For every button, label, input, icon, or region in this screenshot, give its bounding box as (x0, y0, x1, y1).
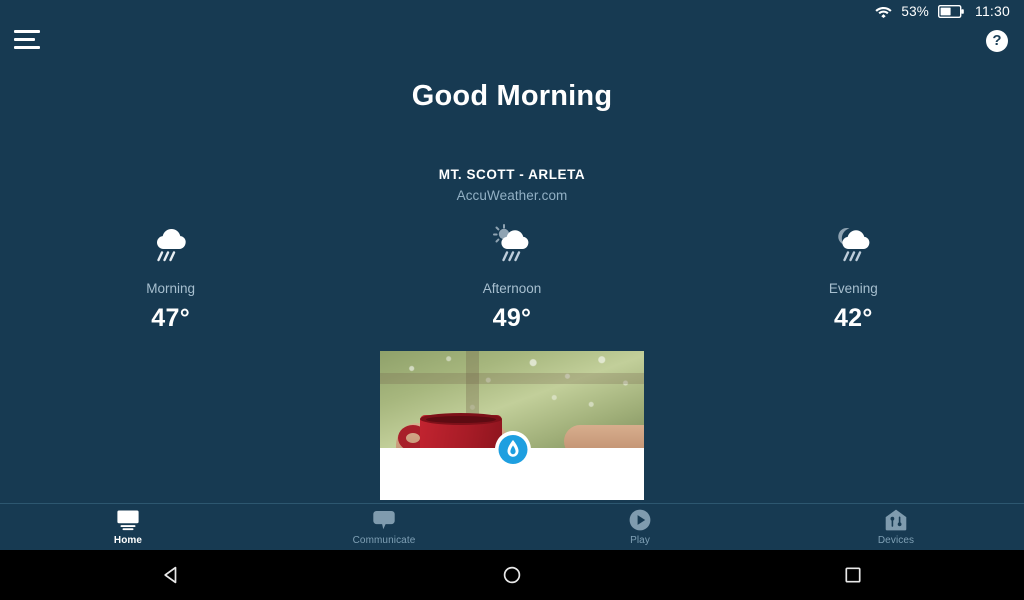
greeting-title: Good Morning (411, 80, 613, 112)
nav-label-play: Play (630, 535, 650, 546)
forecast-temp-value: 47° (151, 304, 191, 332)
chat-bubble-icon (371, 508, 397, 532)
forecast-temp-value: 42° (833, 304, 873, 332)
forecast-cell-afternoon[interactable]: Afternoon 49° (341, 222, 682, 333)
water-drop-pin-icon (492, 428, 534, 478)
hamburger-bar (14, 46, 40, 49)
moon-cloud-rain-icon (830, 222, 876, 266)
app-screen: 53% 11:30 ? Good Morning MT. SCOTT - ARL… (0, 0, 1024, 600)
hamburger-bar (14, 38, 35, 41)
forecast-period-label: Morning (146, 281, 196, 296)
hand-right (564, 425, 644, 448)
forecast-cell-morning[interactable]: Morning 47° (0, 222, 341, 333)
battery-icon (938, 4, 964, 18)
status-bar: 53% 11:30 (0, 0, 1024, 22)
hamburger-bar (14, 30, 40, 33)
nav-item-devices[interactable]: Devices (768, 504, 1024, 550)
forecast-period-label: Evening (828, 281, 878, 296)
help-icon[interactable]: ? (986, 30, 1008, 52)
nav-label-communicate: Communicate (352, 535, 416, 546)
weather-location-name: MT. SCOTT - ARLETA (438, 167, 586, 182)
play-circle-icon (628, 508, 652, 532)
nav-label-devices: Devices (877, 535, 915, 546)
android-system-nav (0, 550, 1024, 600)
nav-label-home: Home (113, 535, 143, 546)
battery-percent-label: 53% (901, 3, 929, 19)
nav-item-communicate[interactable]: Communicate (256, 504, 512, 550)
recents-square-icon[interactable] (793, 550, 913, 600)
promo-card[interactable] (380, 351, 644, 500)
forecast-cell-evening[interactable]: Evening 42° (683, 222, 1024, 333)
forecast-temp-value: 49° (492, 304, 532, 332)
nav-item-home[interactable]: Home (0, 504, 256, 550)
back-triangle-icon[interactable] (111, 550, 231, 600)
sun-cloud-rain-icon (489, 222, 535, 266)
status-bar-clock: 11:30 (975, 3, 1010, 19)
weather-location-block: MT. SCOTT - ARLETA AccuWeather.com (0, 167, 1024, 203)
weather-forecast-row: Morning 47° Afternoon 49° Evening 42° (0, 222, 1024, 333)
hamburger-menu-icon[interactable] (14, 30, 40, 52)
house-devices-icon (884, 508, 908, 532)
bottom-navigation-bar: Home Communicate Play Devices (0, 503, 1024, 550)
weather-provider-link[interactable]: AccuWeather.com (0, 188, 1024, 203)
forecast-period-label: Afternoon (482, 281, 542, 296)
nav-item-play[interactable]: Play (512, 504, 768, 550)
mug-rim-inner (426, 416, 496, 423)
home-circle-icon[interactable] (452, 550, 572, 600)
wifi-icon (875, 5, 892, 18)
tv-home-icon (115, 508, 141, 532)
window-frame-horizontal (380, 373, 644, 384)
rain-cloud-icon (148, 222, 194, 266)
